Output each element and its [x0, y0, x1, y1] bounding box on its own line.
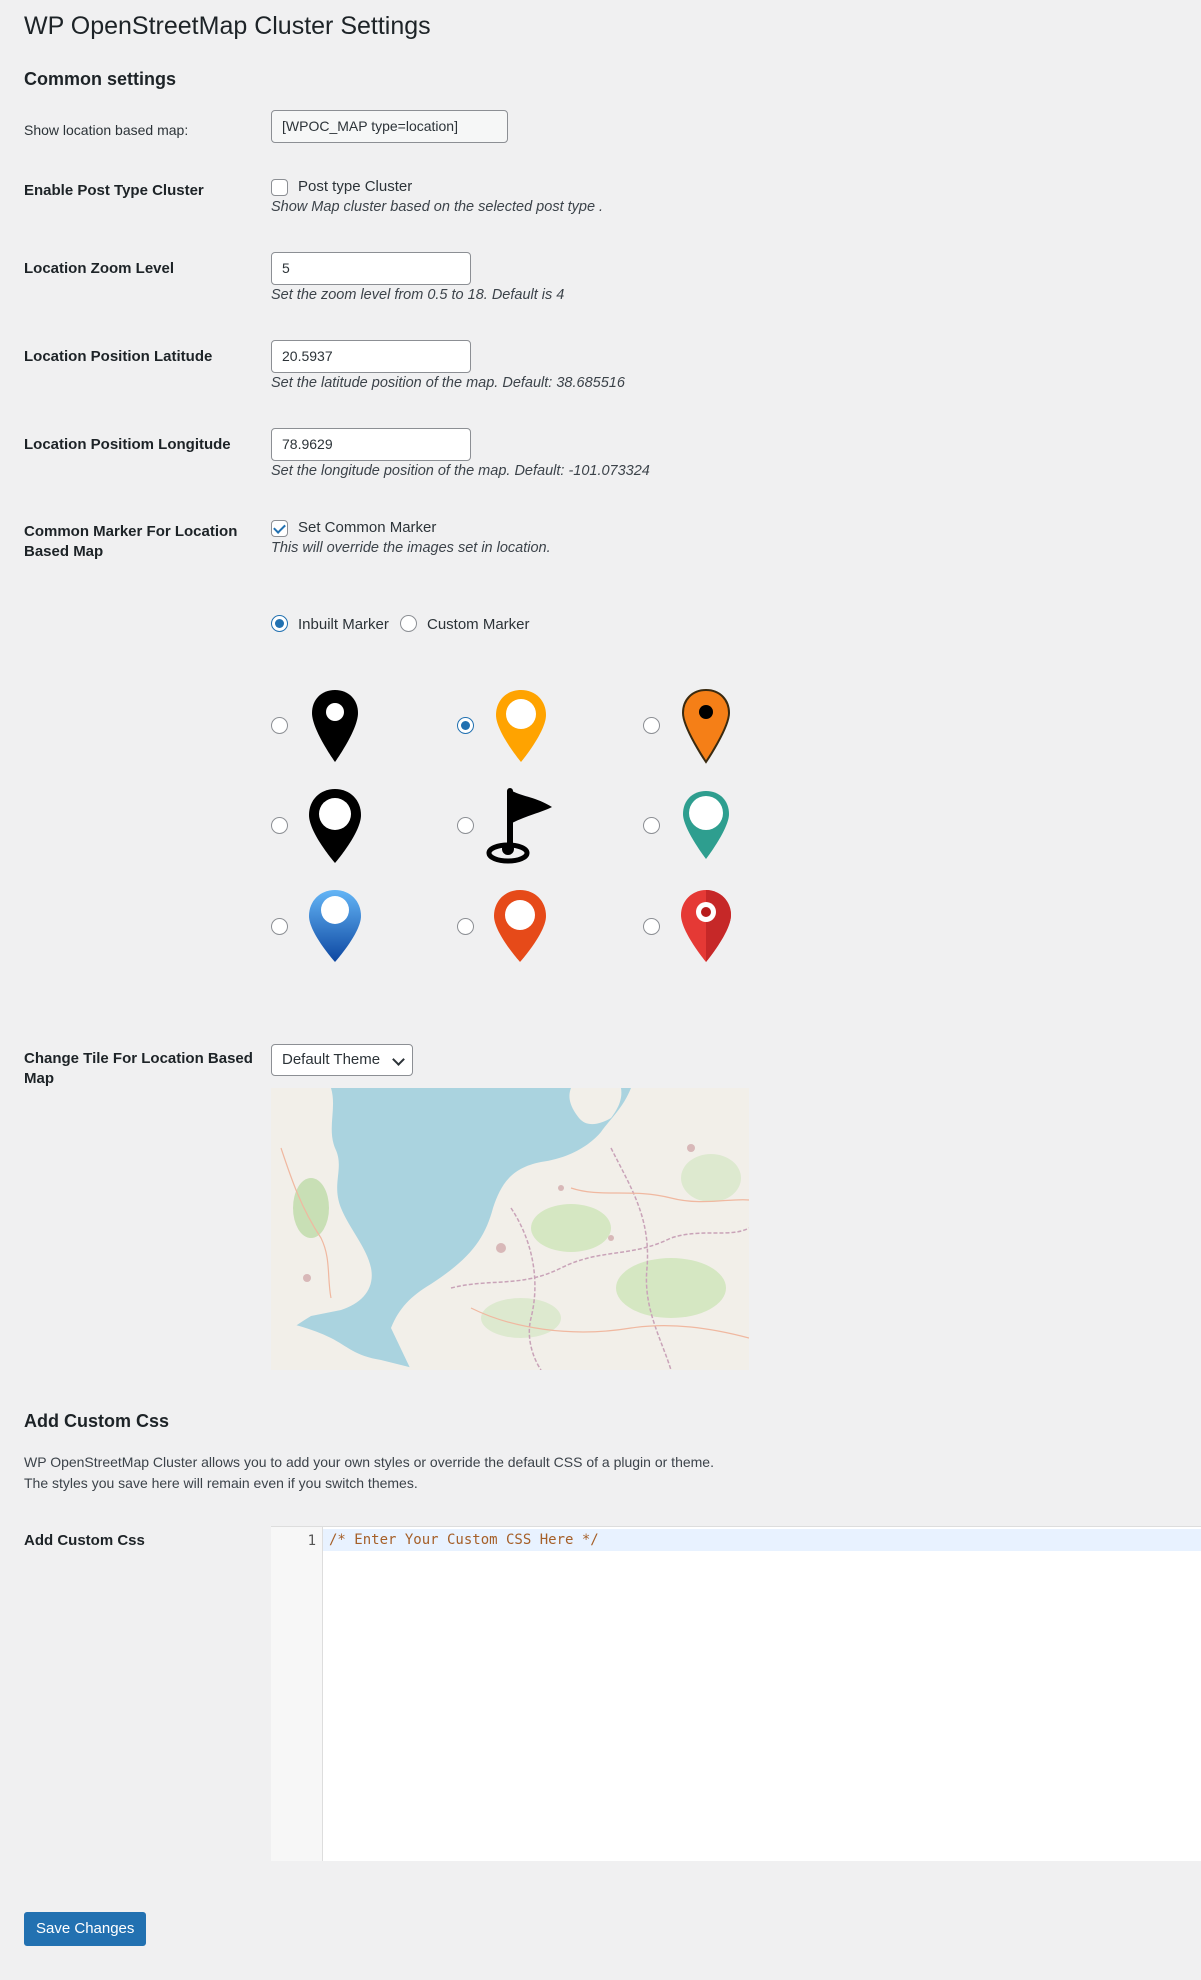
custom-css-intro: WP OpenStreetMap Cluster allows you to a…: [24, 1452, 714, 1494]
longitude-input[interactable]: 78.9629: [271, 428, 471, 461]
post-type-checkbox-label: Post type Cluster: [298, 178, 413, 195]
red-orange-pin-icon: [494, 890, 546, 962]
map-preview-image: [271, 1088, 749, 1370]
editor-gutter: 1: [271, 1527, 323, 1861]
save-changes-button[interactable]: Save Changes: [24, 1912, 147, 1946]
zoom-description: Set the zoom level from 0.5 to 18. Defau…: [271, 287, 565, 303]
custom-css-editor[interactable]: 1 /* Enter Your Custom CSS Here */: [271, 1526, 1201, 1861]
marker-radio-3[interactable]: [643, 717, 660, 734]
common-marker-checkbox[interactable]: [271, 520, 288, 537]
custom-marker-radio[interactable]: [400, 615, 417, 632]
marker-radio-9[interactable]: [643, 918, 660, 935]
post-type-checkbox[interactable]: [271, 179, 288, 196]
tile-map-preview: [271, 1088, 749, 1370]
marker-radio-8[interactable]: [457, 918, 474, 935]
custom-css-label: Add Custom Css: [24, 1532, 145, 1549]
chevron-down-icon: [392, 1053, 405, 1066]
post-type-label: Enable Post Type Cluster: [24, 182, 204, 199]
section-heading-custom-css: Add Custom Css: [24, 1411, 170, 1431]
marker-radio-7[interactable]: [271, 918, 288, 935]
zoom-label: Location Zoom Level: [24, 260, 175, 277]
marker-radio-4[interactable]: [271, 817, 288, 834]
red-pin-icon: [681, 890, 731, 962]
inbuilt-marker-label: Inbuilt Marker: [298, 616, 389, 633]
common-marker-checkbox-label: Set Common Marker: [298, 519, 437, 536]
tile-label: Change Tile For Location Based Map: [24, 1050, 253, 1087]
custom-marker-label: Custom Marker: [427, 616, 530, 633]
zoom-level-input[interactable]: 5: [271, 252, 471, 285]
inbuilt-marker-radio[interactable]: [271, 615, 288, 632]
latitude-description: Set the latitude position of the map. De…: [271, 375, 625, 391]
page-title: WP OpenStreetMap Cluster Settings: [24, 12, 431, 40]
marker-radio-6[interactable]: [643, 817, 660, 834]
common-marker-description: This will override the images set in loc…: [271, 540, 551, 556]
editor-code-line[interactable]: /* Enter Your Custom CSS Here */: [329, 1532, 599, 1548]
marker-radio-5[interactable]: [457, 817, 474, 834]
line-number: 1: [307, 1533, 316, 1549]
black-ring-pin-icon: [309, 789, 361, 863]
marker-radio-1[interactable]: [271, 717, 288, 734]
golf-flag-icon: [486, 788, 552, 864]
shortcode-field[interactable]: [WPOC_MAP type=location]: [271, 110, 508, 143]
latitude-label: Location Position Latitude: [24, 348, 213, 365]
teal-ring-pin-icon: [683, 791, 729, 859]
tile-theme-select[interactable]: Default Theme: [271, 1044, 413, 1076]
section-heading-common: Common settings: [24, 69, 177, 89]
latitude-input[interactable]: 20.5937: [271, 340, 471, 373]
post-type-description: Show Map cluster based on the selected p…: [271, 199, 604, 215]
orange-ring-pin-icon: [496, 690, 546, 762]
marker-radio-2[interactable]: [457, 717, 474, 734]
custom-css-intro-line-2: The styles you save here will remain eve…: [24, 1475, 418, 1491]
blue-pin-icon: [309, 890, 361, 962]
longitude-label: Location Positiom Longitude: [24, 436, 231, 453]
orange-dot-pin-icon: [681, 688, 731, 764]
tile-theme-selected: Default Theme: [282, 1051, 381, 1068]
common-marker-label: Common Marker For Location Based Map: [24, 523, 238, 560]
shortcode-label: Show location based map:: [24, 122, 189, 138]
black-pin-icon: [312, 690, 358, 762]
longitude-description: Set the longitude position of the map. D…: [271, 463, 650, 479]
custom-css-intro-line-1: WP OpenStreetMap Cluster allows you to a…: [24, 1454, 714, 1470]
